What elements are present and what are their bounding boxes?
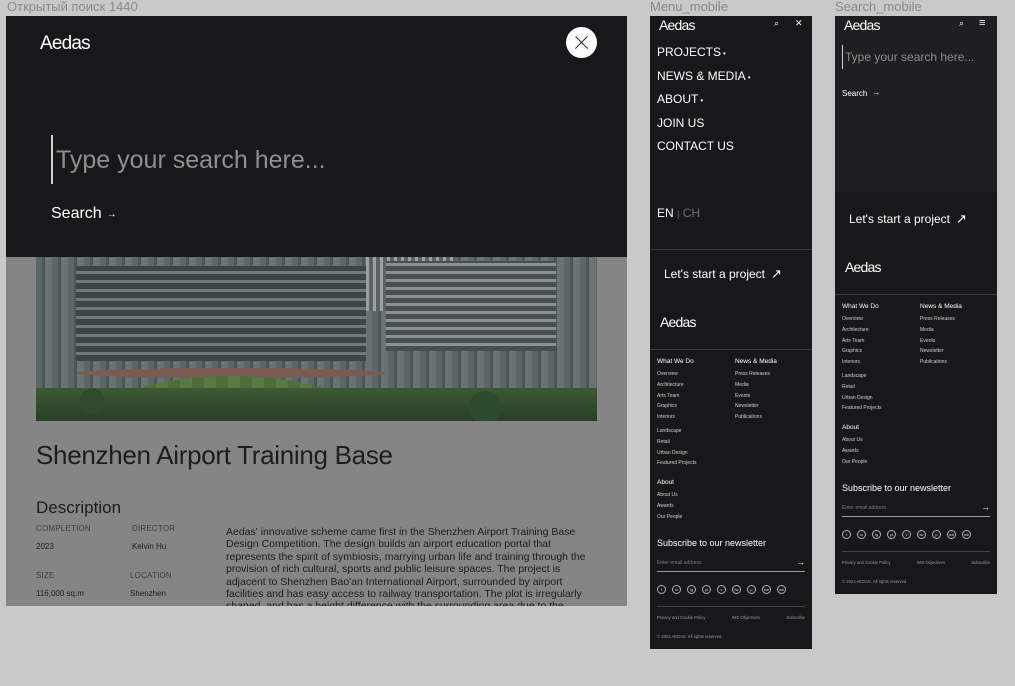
pinterest-icon[interactable]: p <box>932 530 941 539</box>
footer-col-news-media: News & Media Press Releases Media Events… <box>920 303 962 366</box>
vimeo-icon[interactable]: v <box>717 585 726 594</box>
footer-col-what-we-do: What We Do Overview Architecture Arts Te… <box>657 358 697 467</box>
meta-director: DIRECTOR Kelvin Hu <box>132 524 176 551</box>
search-input[interactable] <box>56 140 576 180</box>
search-overlay: Aedas Search→ <box>6 16 627 257</box>
start-project-link[interactable]: Let's start a project ↗ <box>849 211 967 227</box>
search-input[interactable] <box>845 49 993 65</box>
language-switch: EN | CH <box>657 206 701 220</box>
submit-arrow-icon[interactable]: → <box>796 557 805 567</box>
search-mobile-frame-label: Search_mobile <box>835 0 922 14</box>
arrow-north-east-icon: ↗ <box>956 211 967 226</box>
newsletter-heading: Subscribe to our newsletter <box>842 483 952 493</box>
nav-item-news-media[interactable]: NEWS & MEDIA • <box>657 69 751 93</box>
nav-item-about[interactable]: ABOUT • <box>657 92 751 116</box>
logo[interactable]: Aedas <box>844 17 880 33</box>
social-links: f in ig yt v tw p we wb <box>842 530 971 539</box>
text-caret <box>842 45 843 69</box>
search-button[interactable]: Search → <box>51 205 117 223</box>
menu-burger-icon[interactable]: ≡ <box>979 17 985 29</box>
description-heading: Description <box>36 498 122 517</box>
nav-item-join-us[interactable]: JOIN US <box>657 116 751 140</box>
start-project-link[interactable]: Let's start a project ↗ <box>664 266 782 282</box>
email-field[interactable]: Enter email address → <box>842 502 990 517</box>
twitter-icon[interactable]: tw <box>732 585 741 594</box>
footer-col-about: About About Us Awards Our People <box>842 424 868 465</box>
footer-col-about: About About Us Awards Our People <box>657 479 683 520</box>
footer-col-news-media: News & Media Press Releases Media Events… <box>735 358 777 421</box>
nav-item-contact-us[interactable]: CONTACT US <box>657 139 751 163</box>
arrow-north-east-icon: ↗ <box>771 266 782 281</box>
linkedin-icon[interactable]: in <box>857 530 866 539</box>
project-title: Shenzhen Airport Training Base <box>36 440 393 470</box>
footer-logo[interactable]: Aedas <box>660 314 696 330</box>
arrow-right-icon: → <box>106 209 117 220</box>
facebook-icon[interactable]: f <box>842 530 851 539</box>
mobile-menu-frame: Aedas ⌕ ✕ PROJECTS • NEWS & MEDIA • ABOUT •… <box>650 16 812 649</box>
search-icon[interactable]: ⌕ <box>774 18 779 29</box>
footer-logo[interactable]: Aedas <box>845 259 881 275</box>
lang-ch[interactable]: CH <box>683 206 700 220</box>
instagram-icon[interactable]: ig <box>872 530 881 539</box>
linkedin-icon[interactable]: in <box>672 585 681 594</box>
lang-en[interactable]: EN <box>657 206 674 220</box>
project-description: Aedas' innovative scheme came first in t… <box>226 526 586 606</box>
mobile-search-panel: Aedas ⌕ ≡ Search→ <box>835 16 997 192</box>
newsletter-heading: Subscribe to our newsletter <box>657 538 767 548</box>
submit-arrow-icon[interactable]: → <box>981 502 990 512</box>
copyright: © 2023 AEDAS. All rights reserved <box>657 634 722 639</box>
mobile-search-frame: Aedas ⌕ ≡ Search→ Let's start a project↗… <box>835 16 997 594</box>
text-caret <box>51 135 53 184</box>
footer-col-what-we-do: What We Do Overview Architecture Arts Te… <box>842 303 882 412</box>
close-icon[interactable]: ✕ <box>795 18 803 29</box>
nav-item-projects[interactable]: PROJECTS • <box>657 45 751 69</box>
vimeo-icon[interactable]: v <box>902 530 911 539</box>
facebook-icon[interactable]: f <box>657 585 666 594</box>
wechat-icon[interactable]: we <box>947 530 956 539</box>
copyright: © 2023 AEDAS. All rights reserved <box>842 579 907 584</box>
twitter-icon[interactable]: tw <box>917 530 926 539</box>
pinterest-icon[interactable]: p <box>747 585 756 594</box>
weibo-icon[interactable]: wb <box>962 530 971 539</box>
arrow-right-icon: → <box>872 88 881 97</box>
search-icon[interactable]: ⌕ <box>959 18 964 29</box>
menu-mobile-frame-label: Menu_mobile <box>650 0 729 14</box>
close-search-button[interactable] <box>566 27 597 58</box>
youtube-icon[interactable]: yt <box>887 530 896 539</box>
logo[interactable]: Aedas <box>659 17 695 33</box>
search-button[interactable]: Search → <box>842 88 880 98</box>
legal-links: Privacy and Cookie Policy IMS Objectives… <box>842 560 990 565</box>
logo[interactable]: Aedas <box>40 33 91 55</box>
meta-location: LOCATION Shenzhen <box>130 571 172 598</box>
social-links: f in ig yt v tw p we wb <box>657 585 786 594</box>
weibo-icon[interactable]: wb <box>777 585 786 594</box>
legal-links: Privacy and Cookie Policy IMS Objectives… <box>657 615 805 620</box>
instagram-icon[interactable]: ig <box>687 585 696 594</box>
email-field[interactable]: Enter email address → <box>657 557 805 572</box>
wechat-icon[interactable]: we <box>762 585 771 594</box>
desktop-frame-label: Открытый поиск 1440 <box>7 0 138 14</box>
youtube-icon[interactable]: yt <box>702 585 711 594</box>
mobile-nav: PROJECTS • NEWS & MEDIA • ABOUT • JOIN US C… <box>657 45 751 163</box>
meta-completion: COMPLETION 2023 <box>36 524 91 551</box>
meta-size: SIZE 116,000 sq.m <box>36 571 84 598</box>
desktop-search-frame: Shenzhen Airport Training Base Descripti… <box>6 16 627 606</box>
